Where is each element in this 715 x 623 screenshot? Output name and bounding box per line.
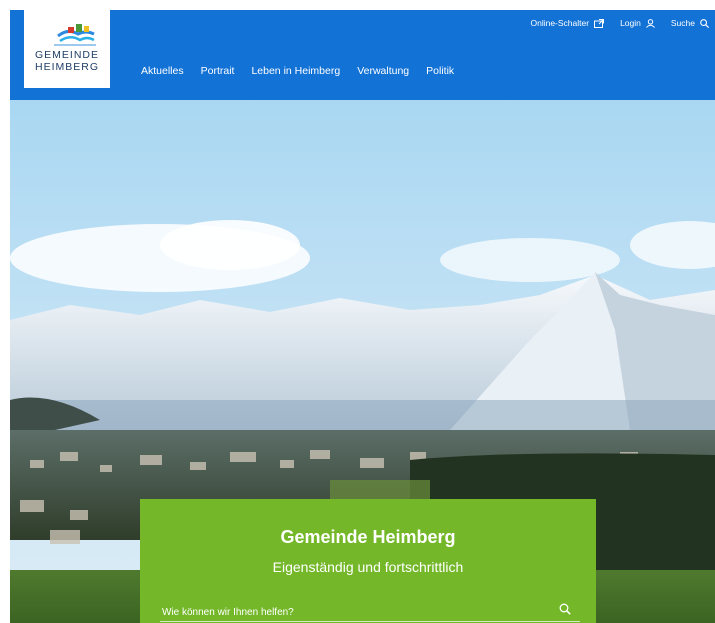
hero-card: Gemeinde Heimberg Eigenständig und forts… (140, 499, 596, 623)
hero-subtitle: Eigenständig und fortschrittlich (272, 559, 464, 575)
nav-item-portrait[interactable]: Portrait (201, 65, 235, 77)
nav-item-verwaltung[interactable]: Verwaltung (357, 65, 409, 77)
online-schalter-link[interactable]: Online-Schalter (530, 18, 605, 28)
logo-text-line2: HEIMBERG (34, 61, 99, 73)
logo-text-line1: GEMEINDE (34, 49, 99, 61)
external-window-icon (594, 18, 605, 28)
logo-emblem-icon (54, 24, 96, 46)
main-nav: Aktuelles Portrait Leben in Heimberg Ver… (141, 65, 454, 77)
login-label: Login (620, 18, 641, 28)
site-header: GEMEINDE HEIMBERG Online-Schalter Login … (10, 10, 715, 100)
search-submit-icon[interactable] (559, 603, 571, 615)
search-icon (700, 18, 709, 28)
utility-nav: Online-Schalter Login Suche (530, 18, 709, 28)
hero-title: Gemeinde Heimberg (280, 527, 456, 547)
search-underline (160, 621, 580, 622)
page-frame: GEMEINDE HEIMBERG Online-Schalter Login … (10, 10, 715, 623)
user-icon (646, 18, 655, 28)
search-input[interactable] (162, 603, 552, 621)
online-schalter-label: Online-Schalter (530, 18, 590, 28)
login-link[interactable]: Login (620, 18, 655, 28)
logo[interactable]: GEMEINDE HEIMBERG (24, 10, 110, 88)
search-label: Suche (670, 18, 695, 28)
nav-item-aktuelles[interactable]: Aktuelles (141, 65, 184, 77)
nav-item-politik[interactable]: Politik (426, 65, 454, 77)
nav-item-leben-in-heimberg[interactable]: Leben in Heimberg (251, 65, 340, 77)
search-link[interactable]: Suche (671, 18, 709, 28)
